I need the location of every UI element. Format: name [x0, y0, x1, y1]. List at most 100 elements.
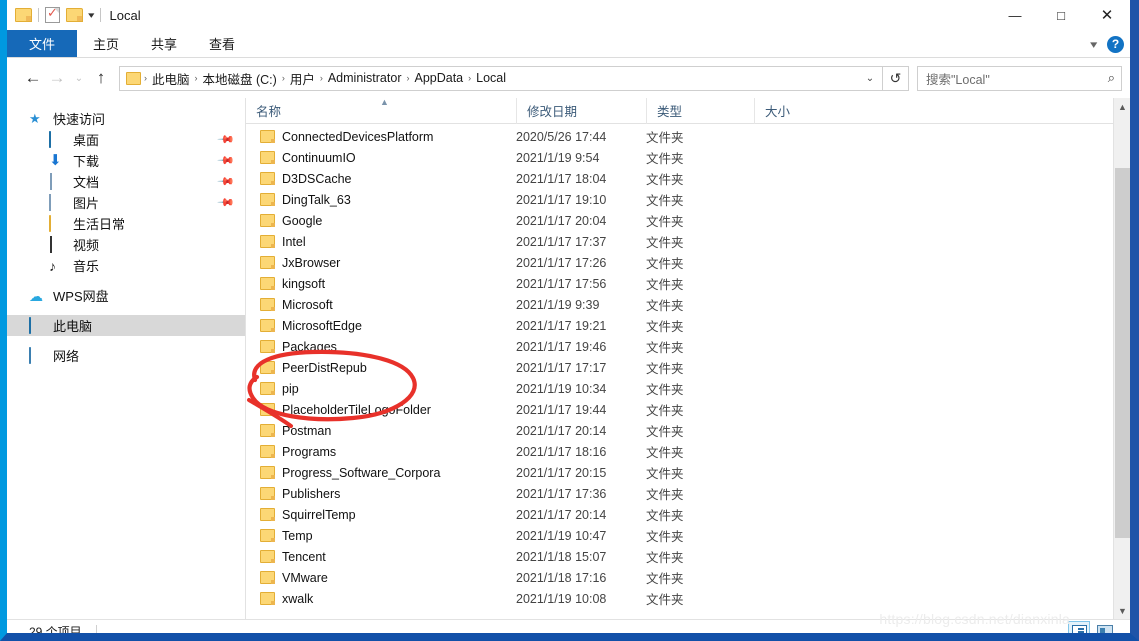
table-row[interactable]: VMware 2021/1/18 17:16 文件夹 — [246, 567, 1130, 588]
table-row[interactable]: Microsoft 2021/1/19 9:39 文件夹 — [246, 294, 1130, 315]
new-folder-icon[interactable] — [66, 8, 83, 22]
file-type-cell: 文件夹 — [646, 299, 684, 313]
table-row[interactable]: Google 2021/1/17 20:04 文件夹 — [246, 210, 1130, 231]
table-row[interactable]: pip 2021/1/19 10:34 文件夹 — [246, 378, 1130, 399]
tab-file[interactable]: 文件 — [7, 30, 77, 57]
file-date-cell: 2021/1/17 17:56 — [516, 276, 607, 291]
tab-home[interactable]: 主页 — [77, 30, 135, 57]
tab-share[interactable]: 共享 — [135, 30, 193, 57]
chevron-down-icon[interactable]: ▾ — [88, 10, 94, 20]
chevron-down-icon[interactable]: ▾ — [1091, 38, 1098, 51]
table-row[interactable]: xwalk 2021/1/19 10:08 文件夹 — [246, 588, 1130, 609]
scrollbar-thumb[interactable] — [1115, 168, 1130, 538]
file-name-cell: xwalk — [246, 592, 516, 606]
help-icon[interactable]: ? — [1107, 35, 1124, 53]
file-date-cell: 2021/1/17 17:36 — [516, 486, 607, 501]
table-row[interactable]: JxBrowser 2021/1/17 17:26 文件夹 — [246, 252, 1130, 273]
column-header-type[interactable]: 类型 — [646, 98, 754, 124]
file-type-cell: 文件夹 — [646, 236, 684, 250]
folder-icon — [260, 424, 275, 437]
details-view-button[interactable] — [1068, 621, 1090, 633]
scroll-down-button[interactable]: ▼ — [1114, 602, 1130, 619]
folder-icon — [260, 340, 275, 353]
search-input[interactable]: 搜索"Local" ⌕ — [917, 65, 1122, 91]
sidebar-item-wps-cloud[interactable]: ☁ WPS网盘 — [7, 285, 245, 306]
checkbox-properties-icon[interactable] — [45, 5, 60, 23]
pin-icon[interactable]: 📌 — [217, 193, 236, 212]
table-row[interactable]: Publishers 2021/1/17 17:36 文件夹 — [246, 483, 1130, 504]
sidebar-item-label: 文档 — [73, 175, 100, 190]
maximize-button[interactable]: □ — [1038, 0, 1084, 30]
breadcrumb-item-2[interactable]: 用户 — [286, 69, 319, 88]
column-header-date[interactable]: 修改日期 — [516, 98, 646, 124]
table-row[interactable]: DingTalk_63 2021/1/17 19:10 文件夹 — [246, 189, 1130, 210]
breadcrumb-item-3[interactable]: Administrator — [324, 71, 406, 85]
view-mode-buttons — [1068, 621, 1116, 633]
table-row[interactable]: ContinuumIO 2021/1/19 9:54 文件夹 — [246, 147, 1130, 168]
sidebar-item-this-pc[interactable]: 此电脑 — [7, 315, 245, 336]
tab-view[interactable]: 查看 — [193, 30, 251, 57]
recent-locations-button[interactable]: ⌄ — [69, 63, 89, 93]
table-row[interactable]: Packages 2021/1/17 19:46 文件夹 — [246, 336, 1130, 357]
table-row[interactable]: SquirrelTemp 2021/1/17 20:14 文件夹 — [246, 504, 1130, 525]
file-name-cell: PeerDistRepub — [246, 361, 516, 375]
minimize-button[interactable]: — — [992, 0, 1038, 30]
breadcrumb-item-1[interactable]: 本地磁盘 (C:) — [199, 69, 281, 88]
sidebar-item-videos[interactable]: 视频 — [7, 234, 245, 255]
table-row[interactable]: D3DSCache 2021/1/17 18:04 文件夹 — [246, 168, 1130, 189]
sidebar-item-desktop[interactable]: 桌面 📌 — [7, 129, 245, 150]
table-row[interactable]: Intel 2021/1/17 17:37 文件夹 — [246, 231, 1130, 252]
table-row[interactable]: PlaceholderTileLogoFolder 2021/1/17 19:44… — [246, 399, 1130, 420]
breadcrumb[interactable]: › 此电脑 › 本地磁盘 (C:) › 用户 › Administrator ›… — [119, 65, 883, 91]
table-row[interactable]: PeerDistRepub 2021/1/17 17:17 文件夹 — [246, 357, 1130, 378]
folder-icon[interactable] — [15, 8, 32, 22]
pin-icon[interactable]: 📌 — [217, 130, 236, 149]
file-name-cell: Intel — [246, 235, 516, 249]
column-header-size[interactable]: 大小 — [754, 98, 834, 124]
scroll-up-button[interactable]: ▲ — [1114, 98, 1130, 115]
sidebar-item-music[interactable]: ♪ 音乐 — [7, 255, 245, 276]
table-row[interactable]: Progress_Software_Corpora 2021/1/17 20:15… — [246, 462, 1130, 483]
file-type-cell: 文件夹 — [646, 362, 684, 376]
file-date-cell: 2021/1/17 19:44 — [516, 402, 607, 417]
file-name-cell: D3DSCache — [246, 172, 516, 186]
back-button[interactable]: ← — [21, 63, 45, 93]
sidebar-item-documents[interactable]: 文档 📌 — [7, 171, 245, 192]
sidebar-item-life-daily[interactable]: 生活日常 — [7, 213, 245, 234]
table-row[interactable]: kingsoft 2021/1/17 17:56 文件夹 — [246, 273, 1130, 294]
forward-button[interactable]: → — [45, 63, 69, 93]
close-button[interactable]: ✕ — [1084, 0, 1130, 30]
table-row[interactable]: Postman 2021/1/17 20:14 文件夹 — [246, 420, 1130, 441]
search-icon[interactable]: ⌕ — [1108, 70, 1115, 86]
breadcrumb-item-4[interactable]: AppData — [410, 71, 467, 85]
file-date-cell: 2021/1/17 20:14 — [516, 423, 607, 438]
column-header-name[interactable]: 名称 ▲ — [246, 98, 516, 124]
file-date-cell: 2021/1/18 17:16 — [516, 570, 607, 585]
folder-icon — [260, 487, 275, 500]
sidebar-item-pictures[interactable]: 图片 📌 — [7, 192, 245, 213]
pin-icon[interactable]: 📌 — [217, 172, 236, 191]
table-row[interactable]: Tencent 2021/1/18 15:07 文件夹 — [246, 546, 1130, 567]
table-row[interactable]: Temp 2021/1/19 10:47 文件夹 — [246, 525, 1130, 546]
sidebar-item-quick-access[interactable]: ★ 快速访问 — [7, 108, 245, 129]
file-type-cell: 文件夹 — [646, 173, 684, 187]
breadcrumb-item-5[interactable]: Local — [472, 71, 510, 85]
file-name-label: SquirrelTemp — [282, 507, 356, 522]
breadcrumb-item-0[interactable]: 此电脑 — [148, 69, 194, 88]
document-icon — [49, 172, 66, 190]
large-icons-view-button[interactable] — [1094, 621, 1116, 633]
file-date-cell: 2021/1/19 10:34 — [516, 381, 607, 396]
file-name-cell: PlaceholderTileLogoFolder — [246, 403, 516, 417]
up-button[interactable]: ↑ — [89, 63, 113, 93]
vertical-scrollbar[interactable]: ▲ ▼ — [1113, 98, 1130, 619]
refresh-button[interactable]: ↺ — [883, 65, 909, 91]
sidebar-item-downloads[interactable]: ⬇ 下载 📌 — [7, 150, 245, 171]
table-row[interactable]: Programs 2021/1/17 18:16 文件夹 — [246, 441, 1130, 462]
table-row[interactable]: MicrosoftEdge 2021/1/17 19:21 文件夹 — [246, 315, 1130, 336]
file-name-label: Publishers — [282, 486, 341, 501]
pin-icon[interactable]: 📌 — [217, 151, 236, 170]
table-row[interactable]: ConnectedDevicesPlatform 2020/5/26 17:44 文… — [246, 126, 1130, 147]
sidebar-item-network[interactable]: 网络 — [7, 345, 245, 366]
chevron-down-icon[interactable]: ⌄ — [860, 73, 880, 84]
title-bar: ▾ Local — □ ✕ — [7, 0, 1130, 30]
